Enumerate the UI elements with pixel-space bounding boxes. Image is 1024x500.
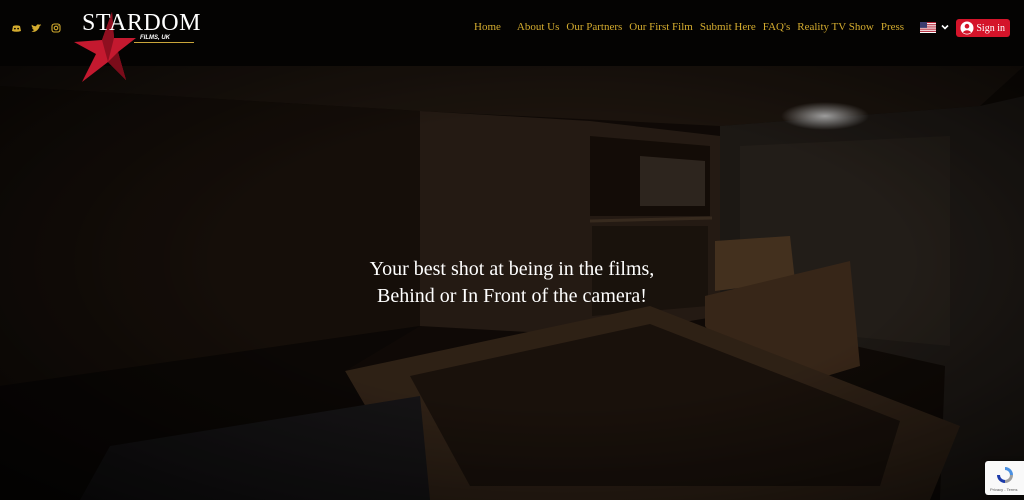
nav-our-partners[interactable]: Our Partners <box>566 20 622 34</box>
sign-in-label: Sign in <box>976 22 1005 34</box>
nav-faqs[interactable]: FAQ's <box>763 20 790 34</box>
site-header: STARDOM FILMS, UK Home About Us Our Part… <box>0 0 1024 82</box>
us-flag-icon[interactable] <box>920 22 936 33</box>
discord-icon[interactable] <box>10 22 22 34</box>
hero-tagline: Your best shot at being in the films, Be… <box>0 256 1024 310</box>
nav-reality-tv-show[interactable]: Reality TV Show <box>797 20 874 34</box>
nav-submit-here[interactable]: Submit Here <box>700 20 756 34</box>
recaptcha-badge[interactable]: Privacy - Terms <box>985 461 1024 495</box>
nav-home[interactable]: Home <box>474 20 501 34</box>
user-icon <box>960 21 974 35</box>
site-logo[interactable]: STARDOM FILMS, UK <box>74 8 201 82</box>
logo-wordmark: STARDOM <box>82 10 201 36</box>
social-links <box>10 22 62 34</box>
nav-about-us[interactable]: About Us <box>517 20 559 34</box>
logo-subtitle: FILMS, UK <box>140 35 170 41</box>
tagline-line-1: Your best shot at being in the films, <box>369 258 655 280</box>
main-nav: Home About Us Our Partners Our First Fil… <box>474 20 904 34</box>
recaptcha-links[interactable]: Privacy - Terms <box>990 487 1017 492</box>
logo-underline <box>134 42 194 43</box>
instagram-icon[interactable] <box>50 22 62 34</box>
chevron-down-icon[interactable] <box>940 22 950 32</box>
recaptcha-icon <box>997 467 1013 483</box>
twitter-icon[interactable] <box>30 22 42 34</box>
nav-our-first-film[interactable]: Our First Film <box>629 20 693 34</box>
tagline-line-2: Behind or In Front of the camera! <box>377 285 647 307</box>
sign-in-button[interactable]: Sign in <box>956 19 1010 37</box>
nav-press[interactable]: Press <box>881 20 904 34</box>
hero-section: Your best shot at being in the films, Be… <box>0 66 1024 500</box>
